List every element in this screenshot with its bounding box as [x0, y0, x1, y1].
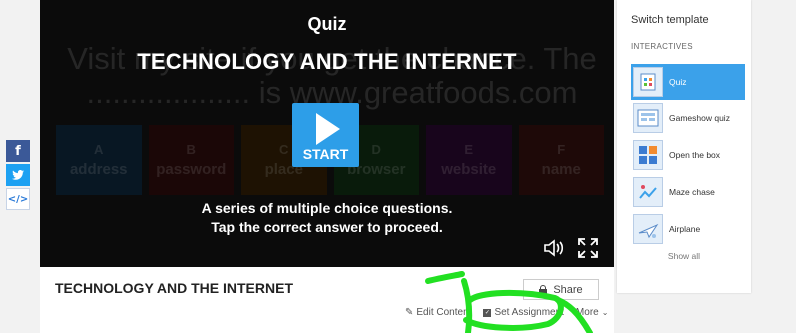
pencil-icon: ✎ [405, 307, 414, 318]
template-item-airplane[interactable]: Airplane [631, 211, 745, 247]
template-label: Quiz [307, 14, 347, 34]
share-label: Share [553, 283, 583, 296]
page: f </> Visit my site if you get the chanc… [0, 0, 796, 333]
volume-icon[interactable] [543, 239, 565, 262]
template-name: Open the box [669, 150, 721, 160]
assignment-icon: ✓ [483, 308, 492, 317]
open-box-icon [633, 140, 663, 170]
quiz-icon [633, 67, 663, 97]
player-title: TECHNOLOGY AND THE INTERNET [137, 49, 517, 74]
template-item-open-the-box[interactable]: Open the box [631, 137, 745, 173]
activity-title: TECHNOLOGY AND THE INTERNET [55, 280, 294, 296]
template-item-maze-chase[interactable]: Maze chase [631, 174, 745, 210]
activity-actions: ✎ Edit Content ✓ Set Assignment More ⌄ [405, 307, 608, 318]
social-share-rail: f </> [6, 140, 30, 212]
airplane-icon [633, 214, 663, 244]
twitter-icon[interactable] [6, 164, 30, 186]
share-button[interactable]: Share [523, 279, 599, 300]
show-all-link[interactable]: Show all [617, 251, 751, 261]
template-name: Gameshow quiz [669, 113, 730, 123]
lock-icon [539, 285, 548, 294]
set-assignment-link[interactable]: ✓ Set Assignment [483, 307, 564, 318]
more-label: More [575, 307, 599, 318]
template-name: Maze chase [669, 187, 715, 197]
template-switcher-panel: Switch template INTERACTIVES Quiz Gamesh… [617, 0, 751, 293]
embed-code-icon[interactable]: </> [6, 188, 30, 210]
template-item-gameshow-quiz[interactable]: Gameshow quiz [631, 100, 745, 136]
edit-content-link[interactable]: ✎ Edit Content [405, 307, 471, 318]
fullscreen-icon[interactable] [577, 237, 599, 259]
more-menu[interactable]: More ⌄ [576, 307, 609, 318]
edit-content-label: Edit Content [416, 307, 472, 318]
start-label: START [302, 146, 349, 162]
panel-section-title: INTERACTIVES [631, 42, 693, 51]
play-icon [316, 113, 340, 145]
set-assignment-label: Set Assignment [494, 307, 564, 318]
description-line-1: A series of multiple choice questions. [201, 200, 453, 216]
activity-player: Visit my site if you get the chance. The… [40, 0, 614, 267]
facebook-icon[interactable]: f [6, 140, 30, 162]
template-name: Quiz [669, 77, 687, 87]
activity-description: A series of multiple choice questions. T… [40, 199, 614, 237]
chevron-down-icon: ⌄ [601, 308, 609, 317]
maze-icon [633, 177, 663, 207]
gameshow-icon [633, 103, 663, 133]
template-name: Airplane [669, 224, 701, 234]
start-button[interactable]: START [292, 103, 359, 167]
panel-header: Switch template [631, 14, 709, 26]
template-item-quiz[interactable]: Quiz [631, 64, 745, 100]
description-line-2: Tap the correct answer to proceed. [211, 219, 443, 235]
